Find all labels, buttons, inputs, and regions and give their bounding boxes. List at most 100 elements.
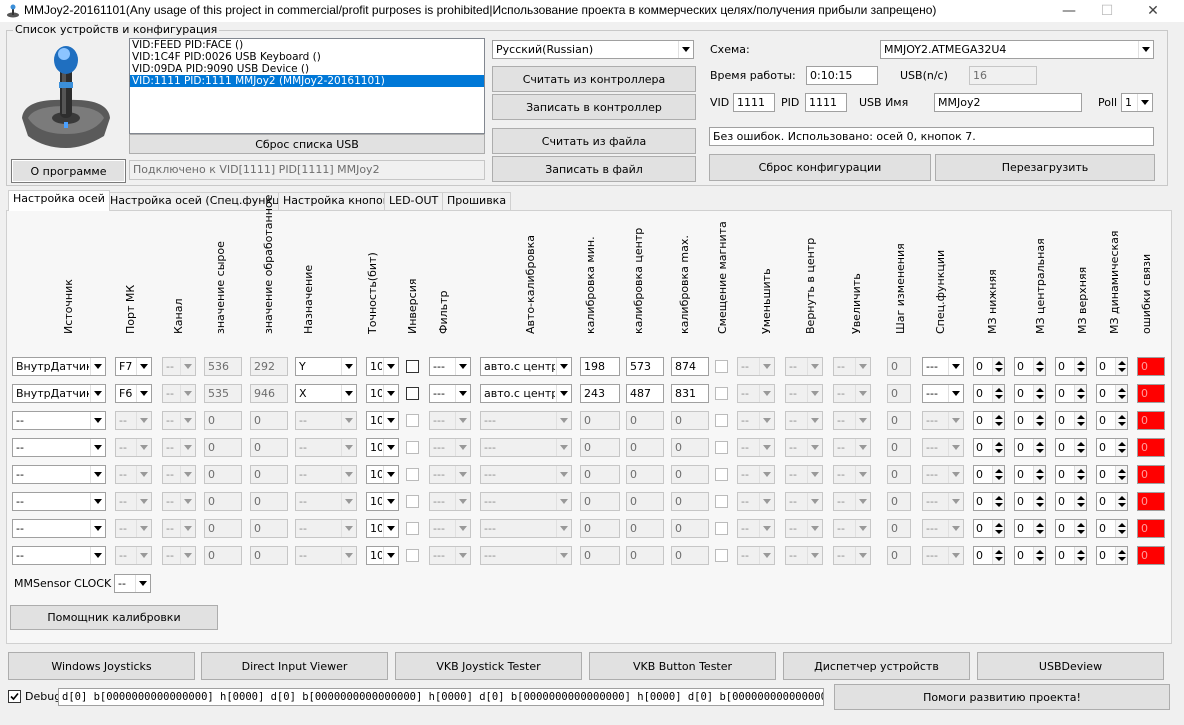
spin-arrows-icon[interactable] bbox=[1115, 466, 1127, 483]
dz-center-spinner[interactable]: 0 bbox=[1014, 492, 1046, 511]
dz-upper-spinner[interactable]: 0 bbox=[1055, 357, 1087, 376]
dz-center-spinner[interactable]: 0 bbox=[1014, 438, 1046, 457]
scheme-select[interactable]: MMJOY2.ATMEGA32U4 bbox=[880, 40, 1154, 59]
dz-low-spinner[interactable]: 0 bbox=[973, 411, 1005, 430]
dz-low-spinner[interactable]: 0 bbox=[973, 546, 1005, 565]
assign-select[interactable]: X bbox=[295, 384, 357, 403]
dz-center-spinner[interactable]: 0 bbox=[1014, 357, 1046, 376]
spin-arrows-icon[interactable] bbox=[1115, 358, 1127, 375]
spin-arrows-icon[interactable] bbox=[1033, 520, 1045, 537]
spin-arrows-icon[interactable] bbox=[1074, 493, 1086, 510]
dz-dynamic-spinner[interactable]: 0 bbox=[1096, 519, 1128, 538]
dz-center-spinner[interactable]: 0 bbox=[1014, 411, 1046, 430]
cal-center-field[interactable]: 573 bbox=[626, 357, 664, 376]
bits-select[interactable]: 10 bbox=[366, 357, 399, 376]
spin-arrows-icon[interactable] bbox=[992, 358, 1004, 375]
port-select[interactable]: F7 bbox=[115, 357, 152, 376]
dz-low-spinner[interactable]: 0 bbox=[973, 438, 1005, 457]
spin-arrows-icon[interactable] bbox=[992, 385, 1004, 402]
spin-arrows-icon[interactable] bbox=[1115, 412, 1127, 429]
title-bar[interactable]: MMJoy2-20161101(Any usage of this projec… bbox=[0, 0, 1184, 22]
bits-select[interactable]: 10 bbox=[366, 492, 399, 511]
special-func-select[interactable]: --- bbox=[922, 384, 964, 403]
cal-max-field[interactable]: 831 bbox=[671, 384, 709, 403]
spin-arrows-icon[interactable] bbox=[1115, 439, 1127, 456]
spin-arrows-icon[interactable] bbox=[1074, 520, 1086, 537]
source-select[interactable]: -- bbox=[12, 546, 106, 565]
spin-arrows-icon[interactable] bbox=[992, 466, 1004, 483]
dz-upper-spinner[interactable]: 0 bbox=[1055, 546, 1087, 565]
tab-led-out[interactable]: LED-OUT bbox=[384, 192, 444, 210]
bits-select[interactable]: 10 bbox=[366, 546, 399, 565]
special-func-select[interactable]: --- bbox=[922, 357, 964, 376]
dz-dynamic-spinner[interactable]: 0 bbox=[1096, 438, 1128, 457]
assign-select[interactable]: Y bbox=[295, 357, 357, 376]
dz-low-spinner[interactable]: 0 bbox=[973, 492, 1005, 511]
spin-arrows-icon[interactable] bbox=[1115, 493, 1127, 510]
bits-select[interactable]: 10 bbox=[366, 384, 399, 403]
dz-dynamic-spinner[interactable]: 0 bbox=[1096, 465, 1128, 484]
spin-arrows-icon[interactable] bbox=[992, 439, 1004, 456]
tool-button[interactable]: Диспетчер устройств bbox=[783, 652, 970, 680]
pid-field[interactable]: 1111 bbox=[805, 93, 847, 112]
port-select[interactable]: F6 bbox=[115, 384, 152, 403]
spin-arrows-icon[interactable] bbox=[1033, 466, 1045, 483]
tab-axes[interactable]: Настройка осей bbox=[8, 190, 110, 211]
source-select[interactable]: -- bbox=[12, 465, 106, 484]
dz-low-spinner[interactable]: 0 bbox=[973, 519, 1005, 538]
dz-low-spinner[interactable]: 0 bbox=[973, 357, 1005, 376]
dz-dynamic-spinner[interactable]: 0 bbox=[1096, 411, 1128, 430]
bits-select[interactable]: 10 bbox=[366, 438, 399, 457]
tool-button[interactable]: VKB Joystick Tester bbox=[395, 652, 582, 680]
source-select[interactable]: -- bbox=[12, 411, 106, 430]
invert-checkbox[interactable] bbox=[406, 387, 419, 400]
autocal-select[interactable]: авто.с центром bbox=[480, 357, 572, 376]
spin-arrows-icon[interactable] bbox=[1074, 439, 1086, 456]
filter-select[interactable]: --- bbox=[429, 384, 471, 403]
bits-select[interactable]: 10 bbox=[366, 411, 399, 430]
reset-usb-list-button[interactable]: Сброс списка USB bbox=[129, 134, 485, 154]
about-button[interactable]: О программе bbox=[11, 159, 126, 183]
usb-device-list[interactable]: VID:FEED PID:FACE () VID:1C4F PID:0026 U… bbox=[129, 38, 485, 134]
language-select[interactable]: Русский(Russian) bbox=[492, 40, 694, 59]
dz-upper-spinner[interactable]: 0 bbox=[1055, 492, 1087, 511]
source-select[interactable]: -- bbox=[12, 519, 106, 538]
spin-arrows-icon[interactable] bbox=[992, 493, 1004, 510]
dz-center-spinner[interactable]: 0 bbox=[1014, 546, 1046, 565]
spin-arrows-icon[interactable] bbox=[1074, 547, 1086, 564]
spin-arrows-icon[interactable] bbox=[1115, 547, 1127, 564]
close-button[interactable]: ✕ bbox=[1130, 0, 1176, 22]
source-select[interactable]: ВнутрДатчик bbox=[12, 384, 106, 403]
cal-min-field[interactable]: 198 bbox=[580, 357, 620, 376]
dz-dynamic-spinner[interactable]: 0 bbox=[1096, 357, 1128, 376]
cal-max-field[interactable]: 874 bbox=[671, 357, 709, 376]
autocal-select[interactable]: авто.с центром bbox=[480, 384, 572, 403]
source-select[interactable]: -- bbox=[12, 492, 106, 511]
spin-arrows-icon[interactable] bbox=[1115, 385, 1127, 402]
bits-select[interactable]: 10 bbox=[366, 519, 399, 538]
dz-upper-spinner[interactable]: 0 bbox=[1055, 465, 1087, 484]
spin-arrows-icon[interactable] bbox=[1033, 439, 1045, 456]
dz-center-spinner[interactable]: 0 bbox=[1014, 465, 1046, 484]
tool-button[interactable]: VKB Button Tester bbox=[589, 652, 776, 680]
debug-checkbox[interactable] bbox=[8, 690, 21, 703]
poll-select[interactable]: 1 bbox=[1121, 93, 1153, 112]
mmsensor-clock-select[interactable]: -- bbox=[114, 574, 151, 593]
dz-upper-spinner[interactable]: 0 bbox=[1055, 519, 1087, 538]
tab-firmware[interactable]: Прошивка bbox=[442, 192, 512, 210]
spin-arrows-icon[interactable] bbox=[1033, 385, 1045, 402]
tab-buttons[interactable]: Настройка кнопок bbox=[278, 192, 395, 210]
spin-arrows-icon[interactable] bbox=[1033, 547, 1045, 564]
dz-upper-spinner[interactable]: 0 bbox=[1055, 411, 1087, 430]
cal-center-field[interactable]: 487 bbox=[626, 384, 664, 403]
reset-config-button[interactable]: Сброс конфигурации bbox=[709, 154, 931, 181]
spin-arrows-icon[interactable] bbox=[1115, 520, 1127, 537]
dz-center-spinner[interactable]: 0 bbox=[1014, 519, 1046, 538]
dz-upper-spinner[interactable]: 0 bbox=[1055, 384, 1087, 403]
tool-button[interactable]: USBDeview bbox=[977, 652, 1164, 680]
usb-name-field[interactable]: MMJoy2 bbox=[934, 93, 1082, 112]
spin-arrows-icon[interactable] bbox=[992, 520, 1004, 537]
reboot-button[interactable]: Перезагрузить bbox=[935, 154, 1155, 181]
source-select[interactable]: -- bbox=[12, 438, 106, 457]
write-to-file-button[interactable]: Записать в файл bbox=[492, 156, 696, 182]
